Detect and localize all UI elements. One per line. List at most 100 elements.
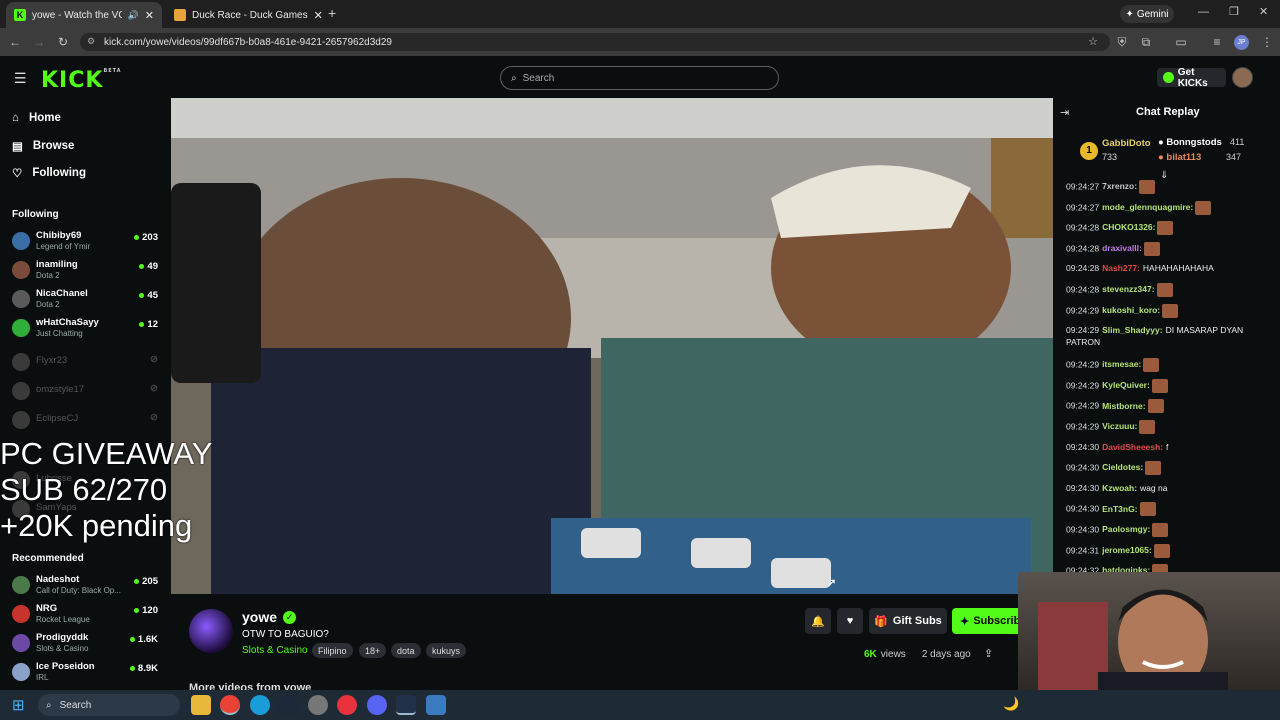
tab-yowe-vod[interactable]: K yowe - Watch the VOD on K 🔊 ✕ <box>6 2 162 28</box>
leaderboard-entry[interactable]: ● bilat113 <box>1158 152 1201 163</box>
chat-timestamp: 09:24:29 <box>1066 380 1100 391</box>
subscribe-button[interactable]: ✦Subscribe <box>952 608 1018 634</box>
chat-username[interactable]: Mistborne: <box>1102 401 1145 411</box>
steam-icon[interactable] <box>278 695 298 715</box>
tag-chip[interactable]: Filipino <box>312 643 353 658</box>
weather-icon[interactable]: 🌙 <box>1003 696 1019 712</box>
chat-username[interactable]: Kzwoah: <box>1102 483 1137 493</box>
leaderboard-name[interactable]: GabbiDoto <box>1102 138 1151 149</box>
recommended-channel[interactable]: Nadeshot Call of Duty: Black Op... 205 <box>12 573 162 601</box>
profile-avatar[interactable]: JP <box>1234 35 1249 50</box>
gemini-button[interactable]: ✦ Gemini <box>1120 5 1174 23</box>
chat-timestamp: 09:24:28 <box>1066 284 1100 295</box>
address-bar[interactable]: ⚙ kick.com/yowe/videos/99df667b-b0a8-461… <box>80 33 1110 51</box>
forward-icon[interactable]: → <box>30 28 48 56</box>
chat-message: 09:24:30 DavidSheeesh: f <box>1066 441 1266 453</box>
chat-username[interactable]: jerome1065: <box>1102 545 1152 555</box>
chat-username[interactable]: kukoshi_koro: <box>1102 305 1160 315</box>
media-player-icon[interactable] <box>337 695 357 715</box>
channel-game: Slots & Casino <box>36 644 89 653</box>
chat-username[interactable]: DavidSheeesh: <box>1102 442 1163 452</box>
video-player[interactable] <box>171 98 1053 594</box>
cast-icon[interactable]: ▭ <box>1172 28 1190 56</box>
offline-channel[interactable]: EclipseCJ ⊘ <box>12 408 162 436</box>
tab-duck-race[interactable]: Duck Race - Duck Games ✕ <box>166 2 323 28</box>
nav-home[interactable]: ⌂ Home <box>12 112 61 124</box>
tab-close-icon[interactable]: ✕ <box>314 9 323 22</box>
following-channel[interactable]: inamiling Dota 2 49 <box>12 258 162 286</box>
steam-window-icon[interactable] <box>396 695 416 715</box>
recommended-channel[interactable]: NRG Rocket League 120 <box>12 602 162 630</box>
speaker-icon[interactable]: 🔊 <box>128 10 139 21</box>
collapse-chat-icon[interactable]: ⇥ <box>1060 106 1069 119</box>
site-info-icon[interactable]: ⚙ <box>87 36 95 47</box>
heart-icon: ♥ <box>846 615 854 627</box>
media-icon[interactable]: ≡ <box>1208 28 1226 56</box>
following-channel[interactable]: wHatChaSayy Just Chatting 12 <box>12 316 162 344</box>
chat-username[interactable]: Paolosmgy: <box>1102 524 1150 534</box>
search-input[interactable]: ⌕ Search <box>500 66 779 90</box>
chat-username[interactable]: 7xrenzo: <box>1102 181 1137 191</box>
chat-username[interactable]: Slim_Shadyyy: <box>1102 325 1162 335</box>
discord-icon[interactable] <box>367 695 387 715</box>
channel-avatar <box>12 382 30 400</box>
tag-chip[interactable]: dota <box>391 643 421 658</box>
chat-message: 09:24:29 Slim_Shadyyy: DI MASARAP DYAN PAT… <box>1066 324 1266 348</box>
chat-username[interactable]: stevenzz347: <box>1102 284 1154 294</box>
offline-channel[interactable]: omzstyle17 ⊘ <box>12 379 162 407</box>
leaderboard-entry[interactable]: ● Bonngstods <box>1158 137 1222 148</box>
notepad-icon[interactable] <box>426 695 446 715</box>
shield-extension-icon[interactable]: ⛨ <box>1113 28 1131 56</box>
chat-username[interactable]: Cieldotes: <box>1102 462 1143 472</box>
window-close-icon[interactable]: ✕ <box>1259 5 1268 18</box>
channel-avatar <box>12 232 30 250</box>
recommended-channel[interactable]: Ice Poseidon IRL 8.9K <box>12 660 162 688</box>
chat-timestamp: 09:24:27 <box>1066 201 1100 212</box>
nav-following[interactable]: ♡ Following <box>12 166 86 180</box>
following-channel[interactable]: NicaChanel Dota 2 45 <box>12 287 162 315</box>
edge-icon[interactable] <box>250 695 270 715</box>
category-link[interactable]: Slots & Casino <box>242 645 308 656</box>
streamer-name[interactable]: yowe <box>242 609 277 625</box>
chat-username[interactable]: CHOKO1326: <box>1102 222 1155 232</box>
tag-chip[interactable]: kukuys <box>426 643 467 658</box>
streamer-avatar[interactable] <box>189 609 233 653</box>
chat-username[interactable]: itsmesae: <box>1102 359 1141 369</box>
get-kicks-button[interactable]: Get KICKs <box>1157 67 1226 89</box>
gift-subs-button[interactable]: 🎁 Gift Subs <box>869 608 947 634</box>
extensions-icon[interactable]: ⧉ <box>1137 28 1155 56</box>
kick-logo[interactable]: KICKBETA <box>41 68 122 93</box>
follow-heart-button[interactable]: ♥ <box>837 608 863 634</box>
restore-icon[interactable]: ❐ <box>1229 5 1239 18</box>
back-icon[interactable]: ← <box>6 28 24 56</box>
chrome-icon[interactable] <box>220 695 240 715</box>
notification-bell-button[interactable]: 🔔 <box>805 608 831 634</box>
following-channel[interactable]: Chibiby69 Legend of Ymir 203 <box>12 229 162 257</box>
nav-browse[interactable]: ▤ Browse <box>12 139 74 153</box>
new-tab-icon[interactable]: + <box>328 5 336 21</box>
offline-channel[interactable]: Flyxr23 ⊘ <box>12 350 162 378</box>
taskbar-search[interactable]: ⌕ Search <box>38 694 180 716</box>
viewer-count-value: 203 <box>142 232 158 243</box>
reload-icon[interactable]: ↻ <box>54 28 72 56</box>
share-icon[interactable]: ⇪ <box>984 647 993 660</box>
chat-username[interactable]: draxivalll: <box>1102 243 1142 253</box>
bookmark-star-icon[interactable]: ☆ <box>1088 35 1098 48</box>
tab-close-icon[interactable]: ✕ <box>145 9 154 22</box>
chat-username[interactable]: Nash277: <box>1102 263 1140 273</box>
kebab-menu-icon[interactable]: ⋮ <box>1258 28 1276 56</box>
live-dot-icon <box>134 608 140 613</box>
obs-icon[interactable] <box>308 695 328 715</box>
chat-username[interactable]: KyleQuiver: <box>1102 380 1150 390</box>
tag-chip[interactable]: 18+ <box>359 643 387 658</box>
minimize-icon[interactable]: — <box>1198 6 1209 18</box>
chat-username[interactable]: Viczuuu: <box>1102 421 1137 431</box>
user-avatar[interactable] <box>1232 67 1253 88</box>
chat-username[interactable]: mode_glennquagmire: <box>1102 202 1193 212</box>
chat-username[interactable]: EnT3nG: <box>1102 504 1137 514</box>
recommended-channel[interactable]: Prodigyddk Slots & Casino 1.6K <box>12 631 162 659</box>
more-videos-heading: More videos from yowe <box>189 682 312 690</box>
windows-start-icon[interactable]: ⊞ <box>12 696 25 714</box>
hamburger-menu-icon[interactable]: ☰ <box>14 70 27 87</box>
file-explorer-icon[interactable] <box>191 695 211 715</box>
